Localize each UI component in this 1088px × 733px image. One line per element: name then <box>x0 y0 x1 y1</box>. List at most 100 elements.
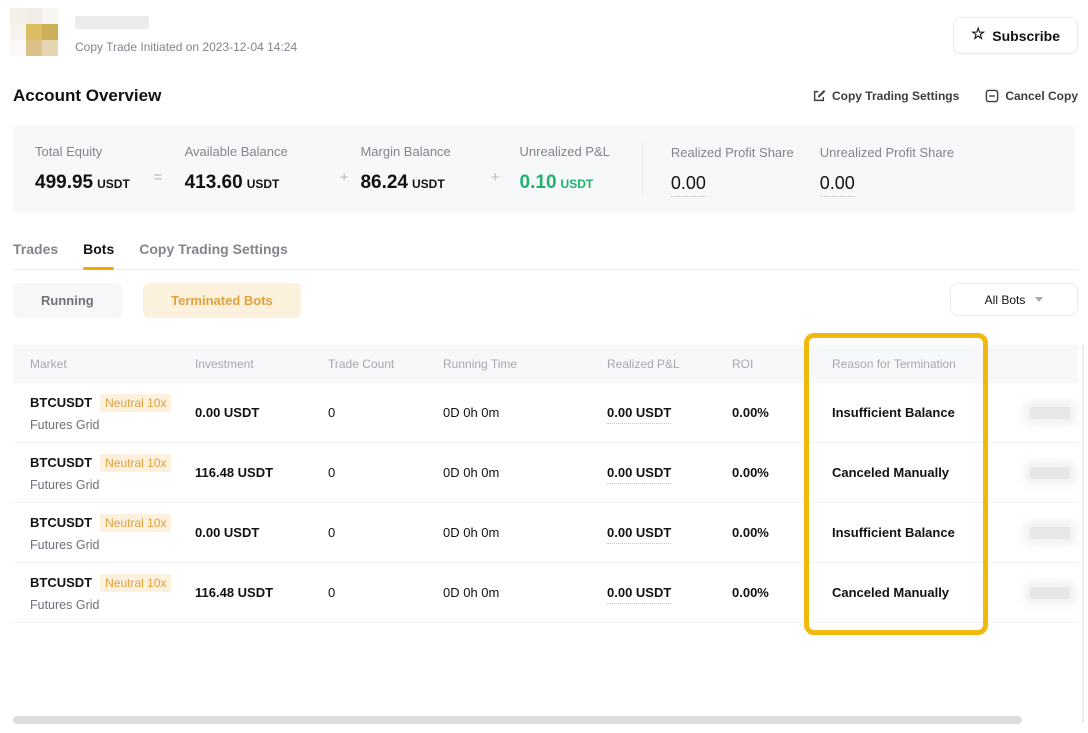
roi-cell: 0.00% <box>732 465 832 480</box>
trader-name-redacted <box>75 16 149 29</box>
realized-pnl-cell: 0.00 USDT <box>607 465 732 480</box>
investment-cell: 0.00 USDT <box>195 525 328 540</box>
account-overview-header: Account Overview Copy Trading Settings C… <box>13 84 1078 108</box>
column-roi: ROI <box>732 357 832 371</box>
terminated-bots-filter-button[interactable]: Terminated Bots <box>143 283 301 318</box>
row-action-redacted[interactable] <box>1030 407 1070 419</box>
bot-type-label: Futures Grid <box>30 538 195 552</box>
main-tabs: Trades Bots Copy Trading Settings <box>13 241 1078 270</box>
subscribe-button[interactable]: ☆ Subscribe <box>953 17 1078 54</box>
copy-trading-settings-label: Copy Trading Settings <box>832 89 959 103</box>
realized-profit-share-value: 0.00 <box>671 173 794 194</box>
column-reason-for-termination: Reason for Termination <box>832 357 1030 371</box>
unrealized-pnl-value: 0.10USDT <box>520 172 610 194</box>
running-time-cell: 0D 0h 0m <box>443 405 607 420</box>
trade-count-cell: 0 <box>328 465 443 480</box>
equals-operator: = <box>154 169 163 188</box>
trade-count-cell: 0 <box>328 585 443 600</box>
termination-reason-cell: Canceled Manually <box>832 585 1030 600</box>
strategy-badge: Neutral 10x <box>100 514 171 532</box>
realized-pnl-cell: 0.00 USDT <box>607 405 732 420</box>
table-row: BTCUSDT Neutral 10x Futures Grid 116.48 U… <box>13 563 1078 623</box>
row-action-redacted[interactable] <box>1030 467 1070 479</box>
bot-type-dropdown[interactable]: All Bots <box>950 283 1078 316</box>
investment-cell: 116.48 USDT <box>195 465 328 480</box>
minus-square-icon <box>985 89 999 103</box>
trade-count-cell: 0 <box>328 405 443 420</box>
strategy-badge: Neutral 10x <box>100 454 171 472</box>
action-cell <box>1030 587 1078 599</box>
table-header-row: Market Investment Trade Count Running Ti… <box>13 345 1078 383</box>
termination-reason-cell: Insufficient Balance <box>832 405 1030 420</box>
investment-cell: 0.00 USDT <box>195 405 328 420</box>
trader-avatar <box>10 8 58 56</box>
market-symbol: BTCUSDT <box>30 575 92 590</box>
copy-trading-settings-button[interactable]: Copy Trading Settings <box>812 89 959 103</box>
tab-copy-trading-settings[interactable]: Copy Trading Settings <box>139 241 288 269</box>
bot-type-label: Futures Grid <box>30 598 195 612</box>
terminated-bots-table: Market Investment Trade Count Running Ti… <box>13 345 1078 623</box>
unrealized-pnl-label: Unrealized P&L <box>520 144 610 159</box>
market-symbol: BTCUSDT <box>30 395 92 410</box>
vertical-scrollbar[interactable] <box>1082 345 1084 723</box>
roi-cell: 0.00% <box>732 585 832 600</box>
bot-type-dropdown-value: All Bots <box>985 293 1026 307</box>
trader-header: Copy Trade Initiated on 2023-12-04 14:24… <box>10 8 1078 64</box>
chevron-down-icon <box>1035 297 1043 302</box>
margin-balance-value: 86.24USDT <box>360 172 450 194</box>
unrealized-profit-share-value: 0.00 <box>820 173 954 194</box>
stats-divider <box>642 143 643 195</box>
bot-type-label: Futures Grid <box>30 418 195 432</box>
subscribe-label: Subscribe <box>992 28 1060 44</box>
stat-unrealized-pnl: Unrealized P&L 0.10USDT <box>520 144 610 194</box>
running-time-cell: 0D 0h 0m <box>443 465 607 480</box>
star-icon: ☆ <box>971 27 985 43</box>
termination-reason-cell: Insufficient Balance <box>832 525 1030 540</box>
total-equity-label: Total Equity <box>35 144 130 159</box>
roi-cell: 0.00% <box>732 525 832 540</box>
unrealized-profit-share-label: Unrealized Profit Share <box>820 145 954 160</box>
running-time-cell: 0D 0h 0m <box>443 585 607 600</box>
column-running-time: Running Time <box>443 357 607 371</box>
strategy-badge: Neutral 10x <box>100 574 171 592</box>
market-cell: BTCUSDT Neutral 10x Futures Grid <box>13 574 195 612</box>
row-action-redacted[interactable] <box>1030 527 1070 539</box>
plus-operator: + <box>340 169 349 188</box>
table-row: BTCUSDT Neutral 10x Futures Grid 0.00 USD… <box>13 383 1078 443</box>
table-row: BTCUSDT Neutral 10x Futures Grid 0.00 USD… <box>13 503 1078 563</box>
termination-reason-cell: Canceled Manually <box>832 465 1030 480</box>
available-balance-label: Available Balance <box>185 144 288 159</box>
roi-cell: 0.00% <box>732 405 832 420</box>
column-market: Market <box>13 357 195 371</box>
market-cell: BTCUSDT Neutral 10x Futures Grid <box>13 394 195 432</box>
market-cell: BTCUSDT Neutral 10x Futures Grid <box>13 454 195 492</box>
realized-pnl-cell: 0.00 USDT <box>607 585 732 600</box>
copy-trading-page: Copy Trade Initiated on 2023-12-04 14:24… <box>0 0 1088 733</box>
trader-info: Copy Trade Initiated on 2023-12-04 14:24 <box>75 16 297 54</box>
market-symbol: BTCUSDT <box>30 455 92 470</box>
stat-unrealized-profit-share: Unrealized Profit Share 0.00 <box>820 145 954 194</box>
cancel-copy-button[interactable]: Cancel Copy <box>985 89 1078 103</box>
cancel-copy-label: Cancel Copy <box>1005 89 1078 103</box>
table-row: BTCUSDT Neutral 10x Futures Grid 116.48 U… <box>13 443 1078 503</box>
page-title: Account Overview <box>13 86 161 106</box>
strategy-badge: Neutral 10x <box>100 394 171 412</box>
account-stats-panel: Total Equity 499.95USDT = Available Bala… <box>13 125 1075 213</box>
tab-trades[interactable]: Trades <box>13 241 58 269</box>
row-action-redacted[interactable] <box>1030 587 1070 599</box>
copy-initiated-date: Copy Trade Initiated on 2023-12-04 14:24 <box>75 40 297 54</box>
investment-cell: 116.48 USDT <box>195 585 328 600</box>
bot-type-label: Futures Grid <box>30 478 195 492</box>
stat-margin-balance: Margin Balance 86.24USDT <box>360 144 450 194</box>
tab-bots[interactable]: Bots <box>83 241 114 269</box>
available-balance-value: 413.60USDT <box>185 172 288 194</box>
market-symbol: BTCUSDT <box>30 515 92 530</box>
running-filter-button[interactable]: Running <box>13 283 122 318</box>
overview-actions: Copy Trading Settings Cancel Copy <box>812 89 1078 103</box>
horizontal-scrollbar[interactable] <box>13 716 1022 724</box>
edit-icon <box>812 89 826 103</box>
stat-total-equity: Total Equity 499.95USDT <box>35 144 130 194</box>
running-time-cell: 0D 0h 0m <box>443 525 607 540</box>
bot-filter-row: Running Terminated Bots All Bots <box>13 283 1078 318</box>
trade-count-cell: 0 <box>328 525 443 540</box>
